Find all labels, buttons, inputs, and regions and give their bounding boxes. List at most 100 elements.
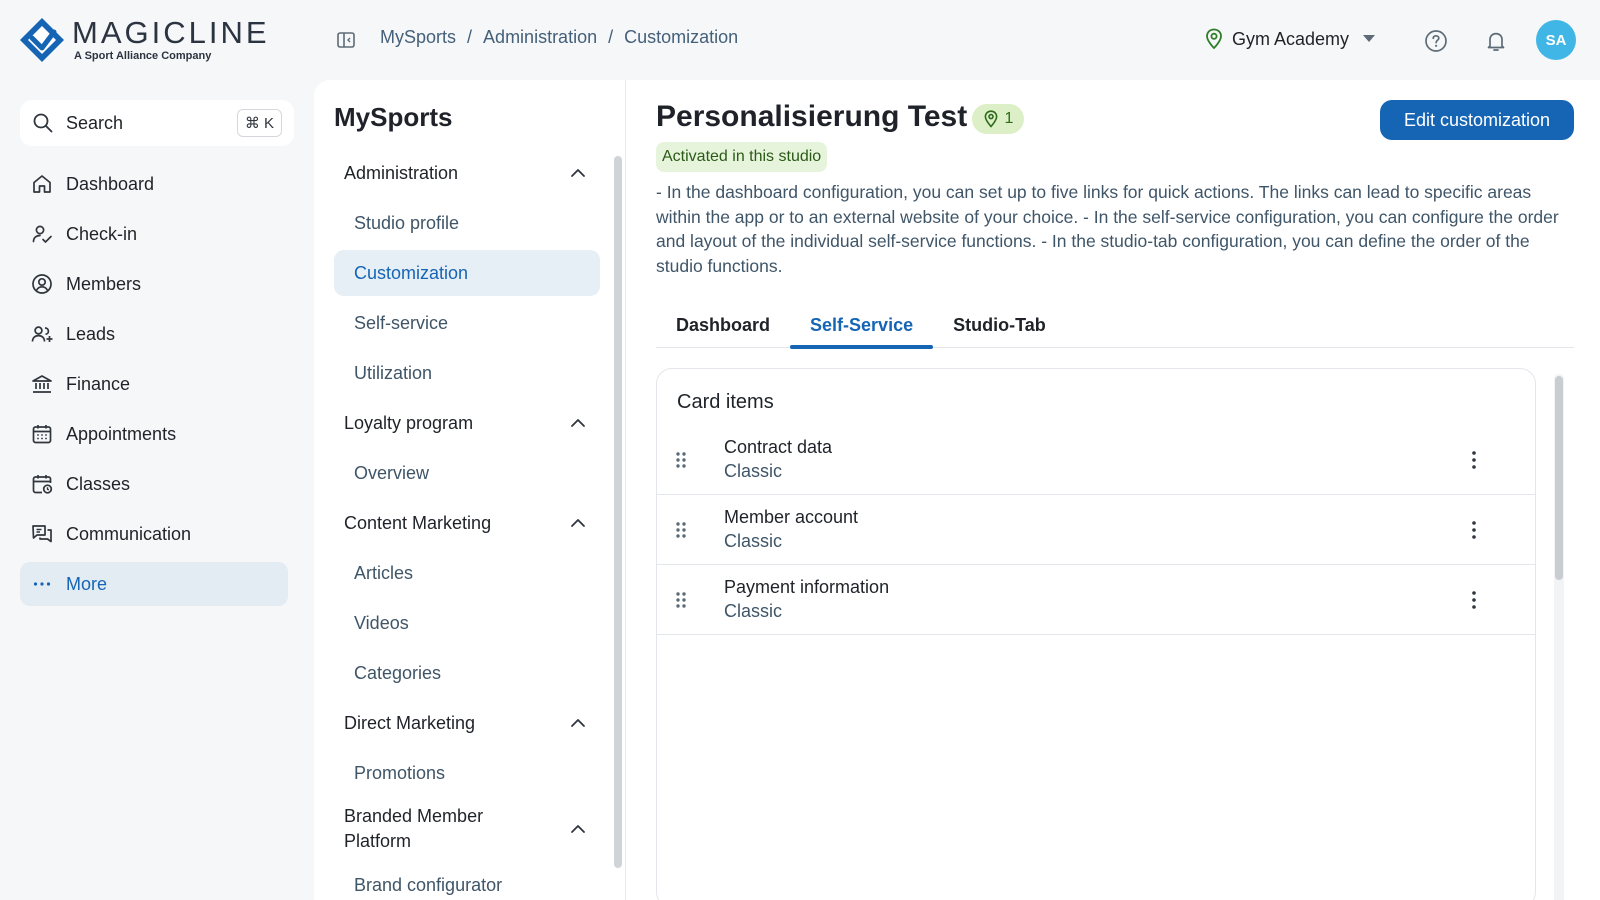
- menu-item-self-service[interactable]: Self-service: [334, 300, 600, 346]
- nav-item-classes[interactable]: Classes: [20, 462, 288, 506]
- list-item[interactable]: Contract data Classic: [657, 425, 1535, 495]
- search-button[interactable]: Search ⌘ K: [20, 100, 294, 146]
- menu-item-promotions[interactable]: Promotions: [334, 750, 600, 796]
- menu-item-articles[interactable]: Articles: [334, 550, 600, 596]
- brand-name: MAGICLINE: [72, 15, 270, 50]
- home-icon: [33, 175, 51, 193]
- search-icon: [33, 113, 53, 133]
- leads-icon: [31, 326, 53, 342]
- tab-dashboard[interactable]: Dashboard: [656, 302, 790, 348]
- nav-item-label: Appointments: [66, 423, 177, 444]
- magicline-logo-icon: [20, 18, 64, 62]
- check-in-icon: [32, 225, 52, 243]
- chevron-up-icon: [571, 419, 585, 427]
- list-item-title: Payment information: [724, 577, 890, 597]
- menu-group-label: Administration: [344, 162, 459, 183]
- breadcrumb: MySports / Administration / Customizatio…: [380, 27, 738, 48]
- menu-group-label: Branded Member Platform: [344, 806, 484, 851]
- menu-group-branded-member-platform[interactable]: Branded Member Platform: [334, 800, 600, 858]
- drag-handle-icon[interactable]: [675, 591, 687, 609]
- tab-studio-tab[interactable]: Studio-Tab: [933, 302, 1066, 348]
- more-vertical-icon[interactable]: [1471, 449, 1477, 471]
- chevron-up-icon: [571, 719, 585, 727]
- nav-item-label: Dashboard: [66, 173, 155, 194]
- main-content: Personalisierung Test 1 Activated in thi…: [626, 80, 1600, 900]
- list-item[interactable]: Payment information Classic: [657, 565, 1535, 635]
- breadcrumb-customization: Customization: [624, 27, 739, 47]
- top-bar: MAGICLINE A Sport Alliance Company MySpo…: [0, 0, 1600, 80]
- section-panel-scrollbar[interactable]: [614, 156, 622, 868]
- list-item-title: Contract data: [724, 437, 833, 457]
- location-pin-icon: [984, 110, 997, 128]
- nav-item-label: Check-in: [66, 223, 138, 244]
- menu-group-label: Loyalty program: [344, 412, 474, 433]
- caret-down-icon: [1363, 35, 1376, 42]
- panel-toggle-icon[interactable]: [336, 30, 356, 50]
- nav-item-label: Members: [66, 273, 142, 294]
- nav-item-dashboard[interactable]: Dashboard: [20, 162, 288, 206]
- menu-item-videos[interactable]: Videos: [334, 600, 600, 646]
- main-navigation: Dashboard Check-in Members Leads Finance…: [20, 162, 288, 612]
- configuration-tabs: Dashboard Self-Service Studio-Tab: [656, 302, 1574, 349]
- menu-group-administration[interactable]: Administration: [334, 150, 600, 196]
- search-shortcut: ⌘ K: [236, 109, 282, 137]
- edit-customization-button[interactable]: Edit customization: [1380, 100, 1574, 140]
- menu-item-categories[interactable]: Categories: [334, 650, 600, 696]
- drag-handle-icon[interactable]: [675, 521, 687, 539]
- nav-item-label: Communication: [66, 523, 192, 544]
- studio-switcher[interactable]: Gym Academy: [1204, 28, 1376, 50]
- list-item-subtitle: Classic: [724, 531, 783, 551]
- tab-self-service[interactable]: Self-Service: [790, 302, 934, 349]
- section-navigation-panel: MySports Administration Studio profile C…: [314, 80, 626, 900]
- avatar[interactable]: SA: [1536, 20, 1576, 60]
- menu-item-overview[interactable]: Overview: [334, 450, 600, 496]
- nav-item-label: Classes: [66, 473, 131, 494]
- card-items-title: Card items: [677, 391, 774, 413]
- breadcrumb-separator: /: [467, 27, 473, 47]
- nav-item-appointments[interactable]: Appointments: [20, 412, 288, 456]
- chat-icon: [32, 525, 52, 543]
- nav-item-more[interactable]: More: [20, 562, 288, 606]
- breadcrumb-mysports[interactable]: MySports: [380, 27, 456, 48]
- menu-group-direct-marketing[interactable]: Direct Marketing: [334, 700, 600, 746]
- menu-item-studio-profile[interactable]: Studio profile: [334, 200, 600, 246]
- calendar-icon: [32, 425, 52, 444]
- page-title: Personalisierung Test: [656, 100, 968, 133]
- status-badge: Activated in this studio: [656, 142, 828, 172]
- nav-item-communication[interactable]: Communication: [20, 512, 288, 556]
- chevron-up-icon: [571, 825, 585, 833]
- menu-group-content-marketing[interactable]: Content Marketing: [334, 500, 600, 546]
- card-items-list: Contract data Classic Member account Cla…: [657, 425, 1535, 635]
- help-icon[interactable]: [1424, 29, 1448, 53]
- menu-group-label: Content Marketing: [344, 512, 492, 533]
- customization-description: - In the dashboard configuration, you ca…: [656, 182, 1559, 276]
- nav-item-label: Finance: [66, 373, 131, 394]
- scrollbar-thumb[interactable]: [1555, 376, 1563, 580]
- location-pin-icon: [1206, 28, 1222, 50]
- menu-item-customization[interactable]: Customization: [334, 250, 600, 296]
- more-icon: [33, 582, 51, 586]
- nav-item-leads[interactable]: Leads: [20, 312, 288, 356]
- menu-item-utilization[interactable]: Utilization: [334, 350, 600, 396]
- menu-group-label: Direct Marketing: [344, 712, 476, 733]
- drag-handle-icon[interactable]: [675, 451, 687, 469]
- menu-item-brand-configurator[interactable]: Brand configurator: [334, 862, 600, 900]
- studio-name: Gym Academy: [1232, 28, 1350, 49]
- breadcrumb-administration[interactable]: Administration: [483, 27, 597, 48]
- more-vertical-icon[interactable]: [1471, 589, 1477, 611]
- location-count-badge[interactable]: 1: [972, 104, 1024, 134]
- more-vertical-icon[interactable]: [1471, 519, 1477, 541]
- nav-item-members[interactable]: Members: [20, 262, 288, 306]
- content-scrollbar[interactable]: [1554, 374, 1564, 900]
- nav-item-check-in[interactable]: Check-in: [20, 212, 288, 256]
- bell-icon[interactable]: [1484, 29, 1508, 53]
- section-menu: Administration Studio profile Customizat…: [334, 150, 600, 900]
- list-item[interactable]: Member account Classic: [657, 495, 1535, 565]
- brand-logo[interactable]: MAGICLINE A Sport Alliance Company: [18, 16, 270, 64]
- chevron-up-icon: [571, 169, 585, 177]
- member-icon: [32, 274, 52, 294]
- card-items-panel: Card items Contract data Classic Member …: [656, 368, 1536, 900]
- nav-item-label: More: [66, 573, 108, 594]
- nav-item-finance[interactable]: Finance: [20, 362, 288, 406]
- menu-group-loyalty-program[interactable]: Loyalty program: [334, 400, 600, 446]
